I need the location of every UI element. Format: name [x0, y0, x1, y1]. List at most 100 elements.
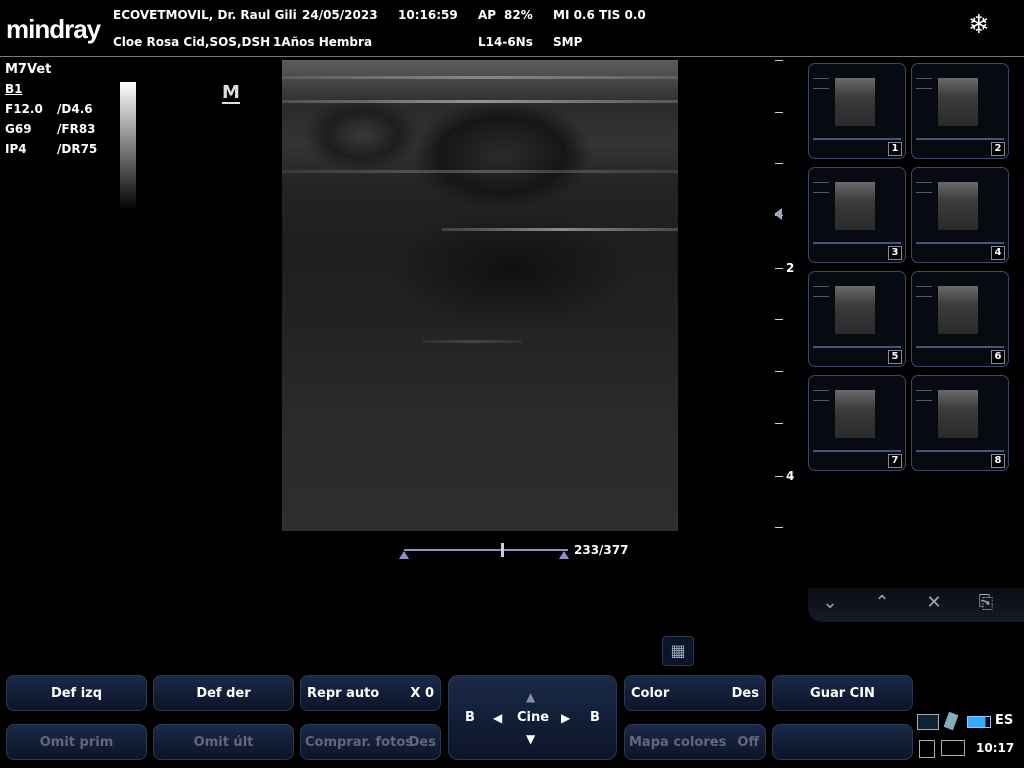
acoustic-power-label: AP: [478, 8, 497, 22]
app-name: M7Vet: [5, 62, 52, 77]
probe-name: L14-6Ns: [478, 35, 533, 49]
depth-tick: [775, 423, 783, 424]
param-frame-rate: /FR83: [57, 122, 96, 136]
depth-tick: [775, 476, 783, 477]
thumbnail-number: 7: [888, 454, 902, 468]
thumbnail-3[interactable]: 3: [808, 167, 906, 263]
page-up-icon[interactable]: ⌃: [860, 592, 904, 618]
empty-softkey[interactable]: [772, 724, 913, 760]
guar-cin-button[interactable]: Guar CIN: [772, 675, 913, 711]
cine-control[interactable]: ▲ ▼ B ◀ Cine ▶ B: [448, 675, 617, 760]
ultrasound-image[interactable]: [282, 60, 678, 531]
cine-label: Cine: [517, 710, 550, 725]
thumbnail-number: 2: [991, 142, 1005, 156]
monitor-icon[interactable]: [941, 740, 965, 756]
thumbnail-number: 8: [991, 454, 1005, 468]
color-label: Color: [631, 685, 670, 701]
depth-tick: [775, 319, 783, 320]
def-der-label: Def der: [196, 685, 251, 701]
param-dynamic-range: /DR75: [57, 142, 98, 156]
depth-tick: [775, 371, 783, 372]
depth-tick: [775, 527, 783, 528]
thumbnail-4[interactable]: 4: [911, 167, 1009, 263]
cine-start-marker-icon[interactable]: [399, 551, 409, 559]
battery-icon: [967, 716, 991, 728]
param-frequency: F12.0: [5, 102, 43, 116]
imaging-mode: B1: [5, 82, 23, 96]
thumbnail-number: 5: [888, 350, 902, 364]
acoustic-power-value: 82%: [504, 8, 533, 22]
mapa-colores-label: Mapa colores: [629, 734, 727, 750]
depth-label-4: 4: [786, 469, 795, 483]
cine-end-marker-icon[interactable]: [559, 551, 569, 559]
network-icon[interactable]: [917, 714, 939, 730]
page-down-icon[interactable]: ⌄: [808, 592, 852, 618]
system-clock: 10:17: [976, 741, 1015, 755]
guar-cin-label: Guar CIN: [810, 685, 875, 701]
mapa-colores-value: Off: [737, 734, 759, 750]
exam-preset: SMP: [553, 35, 583, 49]
thumbnail-1[interactable]: 1: [808, 63, 906, 159]
arrow-down-icon[interactable]: ▼: [526, 732, 535, 746]
depth-tick: [775, 60, 783, 61]
depth-label-2: 2: [786, 261, 795, 275]
param-depth: /D4.6: [57, 102, 93, 116]
film-strip-icon[interactable]: ▦: [662, 636, 694, 666]
thumbnail-number: 1: [888, 142, 902, 156]
def-izq-label: Def izq: [50, 685, 103, 701]
cine-timeline[interactable]: [404, 549, 568, 551]
repr-auto-value: X 0: [410, 685, 434, 701]
depth-tick: [775, 268, 783, 269]
thumbnail-number: 4: [991, 246, 1005, 260]
param-gain: G69: [5, 122, 32, 136]
omit-ult-label: Omit últ: [193, 734, 254, 750]
cine-position-marker[interactable]: [501, 543, 504, 557]
mi-tis-readout: MI 0.6 TIS 0.0: [553, 8, 646, 22]
snowflake-icon[interactable]: ❄: [968, 12, 990, 38]
arrow-left-icon[interactable]: ◀: [493, 711, 502, 725]
language-indicator[interactable]: ES: [995, 713, 1013, 728]
usb-icon[interactable]: [943, 711, 959, 731]
patient-name: Cloe Rosa Cid,SOS,DSH: [113, 35, 271, 49]
cine-frame-counter: 233/377: [574, 543, 629, 557]
cine-b-right[interactable]: B: [590, 710, 600, 725]
comprar-fotos-button[interactable]: Comprar. fotos Des: [300, 724, 441, 760]
comprar-fotos-value: Des: [408, 734, 436, 750]
thumbnail-2[interactable]: 2: [911, 63, 1009, 159]
close-icon[interactable]: ✕: [912, 592, 956, 618]
focus-marker-icon[interactable]: [774, 208, 782, 220]
mapa-colores-button[interactable]: Mapa colores Off: [624, 724, 766, 760]
omit-prim-label: Omit prim: [39, 734, 114, 750]
grayscale-bar: [120, 82, 136, 210]
exam-date: 24/05/2023: [302, 8, 378, 22]
color-value: Des: [731, 685, 759, 701]
thumbnail-6[interactable]: 6: [911, 271, 1009, 367]
export-icon[interactable]: ⎘: [964, 592, 1008, 618]
repr-auto-label: Repr auto: [307, 685, 380, 701]
patient-info: 1Años Hembra: [273, 35, 373, 49]
trash-icon[interactable]: [919, 740, 935, 758]
repr-auto-button[interactable]: Repr auto X 0: [300, 675, 441, 711]
color-button[interactable]: Color Des: [624, 675, 766, 711]
omit-ult-button[interactable]: Omit últ: [153, 724, 294, 760]
exam-time: 10:16:59: [398, 8, 458, 22]
param-image-process: IP4: [5, 142, 27, 156]
thumbnail-8[interactable]: 8: [911, 375, 1009, 471]
institution-name: ECOVETMOVIL, Dr. Raul Gili: [113, 8, 297, 22]
thumbnail-5[interactable]: 5: [808, 271, 906, 367]
thumbnail-number: 3: [888, 246, 902, 260]
def-izq-button[interactable]: Def izq: [6, 675, 147, 711]
arrow-right-icon[interactable]: ▶: [561, 711, 570, 725]
header-divider: [0, 56, 1024, 57]
depth-tick: [775, 112, 783, 113]
brand-logo: mindray: [6, 14, 101, 44]
comprar-fotos-label: Comprar. fotos: [305, 734, 413, 750]
thumbnail-number: 6: [991, 350, 1005, 364]
cine-b-left[interactable]: B: [465, 710, 475, 725]
arrow-up-icon[interactable]: ▲: [526, 690, 535, 704]
thumbnail-7[interactable]: 7: [808, 375, 906, 471]
depth-tick: [775, 163, 783, 164]
probe-orientation-mark: M: [222, 82, 240, 104]
def-der-button[interactable]: Def der: [153, 675, 294, 711]
omit-prim-button[interactable]: Omit prim: [6, 724, 147, 760]
